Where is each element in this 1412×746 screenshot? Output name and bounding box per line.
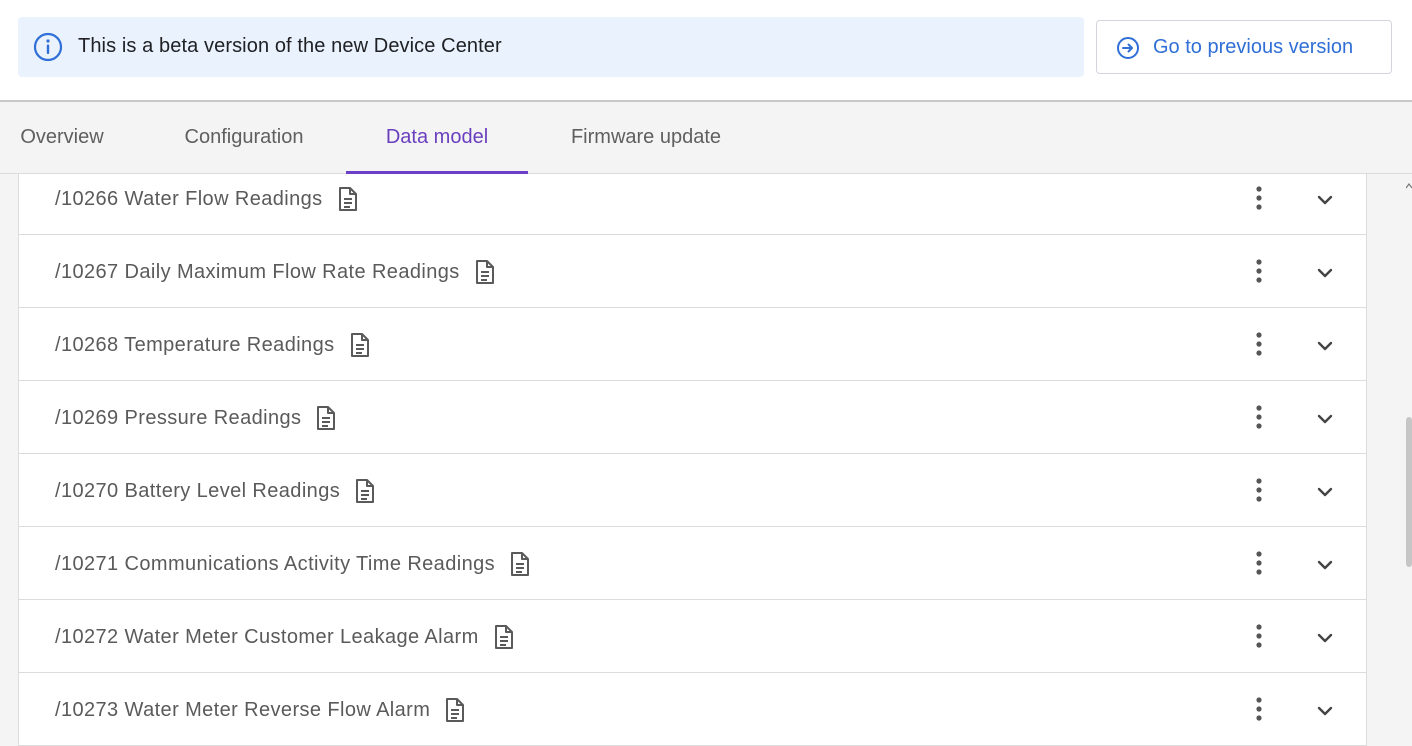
object-title-text: /10269 Pressure Readings — [55, 406, 302, 429]
more-vertical-icon[interactable] — [1247, 622, 1271, 650]
document-icon[interactable] — [337, 186, 359, 212]
object-title: /10272 Water Meter Customer Leakage Alar… — [55, 624, 515, 650]
document-icon[interactable] — [509, 551, 531, 577]
chevron-down-icon[interactable] — [1313, 699, 1337, 723]
document-icon[interactable] — [444, 697, 466, 723]
scrollbar-thumb[interactable] — [1406, 417, 1412, 567]
tab-firmware-update[interactable]: Firmware update — [548, 102, 744, 173]
object-title-text: /10273 Water Meter Reverse Flow Alarm — [55, 698, 431, 721]
document-icon[interactable] — [354, 478, 376, 504]
tab-label: Firmware update — [570, 126, 722, 148]
object-list-panel: /10266 Water Flow Readings/10267 Daily M… — [18, 174, 1367, 746]
previous-version-label: Go to previous version — [1153, 36, 1354, 58]
chevron-down-icon[interactable] — [1313, 480, 1337, 504]
object-row[interactable]: /10270 Battery Level Readings — [19, 454, 1366, 527]
object-title: /10266 Water Flow Readings — [55, 186, 359, 212]
more-vertical-icon[interactable] — [1247, 695, 1271, 723]
object-row[interactable]: /10271 Communications Activity Time Read… — [19, 527, 1366, 600]
tab-label: Data model — [385, 126, 489, 148]
object-title: /10267 Daily Maximum Flow Rate Readings — [55, 259, 496, 285]
arrow-circle-right-icon — [1117, 37, 1139, 59]
tab-label: Configuration — [184, 126, 304, 148]
top-bar: This is a beta version of the new Device… — [0, 0, 1412, 102]
scroll-up-arrow-icon[interactable] — [1406, 182, 1412, 190]
more-vertical-icon[interactable] — [1247, 476, 1271, 504]
more-vertical-icon[interactable] — [1247, 403, 1271, 431]
tab-bar: Overview Configuration Data model Firmwa… — [0, 102, 1412, 174]
document-icon[interactable] — [315, 405, 337, 431]
object-title-text: /10270 Battery Level Readings — [55, 479, 341, 502]
object-row[interactable]: /10267 Daily Maximum Flow Rate Readings — [19, 235, 1366, 308]
beta-banner: This is a beta version of the new Device… — [18, 17, 1084, 77]
document-icon[interactable] — [474, 259, 496, 285]
chevron-down-icon[interactable] — [1313, 553, 1337, 577]
object-title-text: /10267 Daily Maximum Flow Rate Readings — [55, 260, 460, 283]
chevron-down-icon[interactable] — [1313, 407, 1337, 431]
chevron-down-icon[interactable] — [1313, 626, 1337, 650]
object-title: /10269 Pressure Readings — [55, 405, 337, 431]
object-title: /10268 Temperature Readings — [55, 332, 371, 358]
object-row[interactable]: /10269 Pressure Readings — [19, 381, 1366, 454]
document-icon[interactable] — [349, 332, 371, 358]
object-title-text: /10268 Temperature Readings — [55, 333, 335, 356]
tab-configuration[interactable]: Configuration — [160, 102, 328, 173]
tab-overview[interactable]: Overview — [0, 102, 124, 173]
document-icon[interactable] — [493, 624, 515, 650]
object-row[interactable]: /10273 Water Meter Reverse Flow Alarm — [19, 673, 1366, 746]
chevron-down-icon[interactable] — [1313, 261, 1337, 285]
object-title-text: /10266 Water Flow Readings — [55, 187, 323, 210]
object-row[interactable]: /10268 Temperature Readings — [19, 308, 1366, 381]
info-icon — [33, 32, 63, 62]
object-title: /10273 Water Meter Reverse Flow Alarm — [55, 697, 466, 723]
more-vertical-icon[interactable] — [1247, 257, 1271, 285]
chevron-down-icon[interactable] — [1313, 188, 1337, 212]
object-title-text: /10271 Communications Activity Time Read… — [55, 552, 496, 575]
object-title-text: /10272 Water Meter Customer Leakage Alar… — [55, 625, 479, 648]
go-to-previous-version-button[interactable]: Go to previous version — [1096, 20, 1392, 74]
object-list: /10266 Water Flow Readings/10267 Daily M… — [0, 174, 1412, 746]
more-vertical-icon[interactable] — [1247, 184, 1271, 212]
tab-label: Overview — [20, 126, 104, 148]
object-row[interactable]: /10272 Water Meter Customer Leakage Alar… — [19, 600, 1366, 673]
more-vertical-icon[interactable] — [1247, 549, 1271, 577]
tab-data-model[interactable]: Data model — [346, 102, 528, 174]
beta-message: This is a beta version of the new Device… — [78, 35, 502, 57]
chevron-down-icon[interactable] — [1313, 334, 1337, 358]
more-vertical-icon[interactable] — [1247, 330, 1271, 358]
object-row[interactable]: /10266 Water Flow Readings — [19, 174, 1366, 235]
object-title: /10270 Battery Level Readings — [55, 478, 376, 504]
object-title: /10271 Communications Activity Time Read… — [55, 551, 531, 577]
